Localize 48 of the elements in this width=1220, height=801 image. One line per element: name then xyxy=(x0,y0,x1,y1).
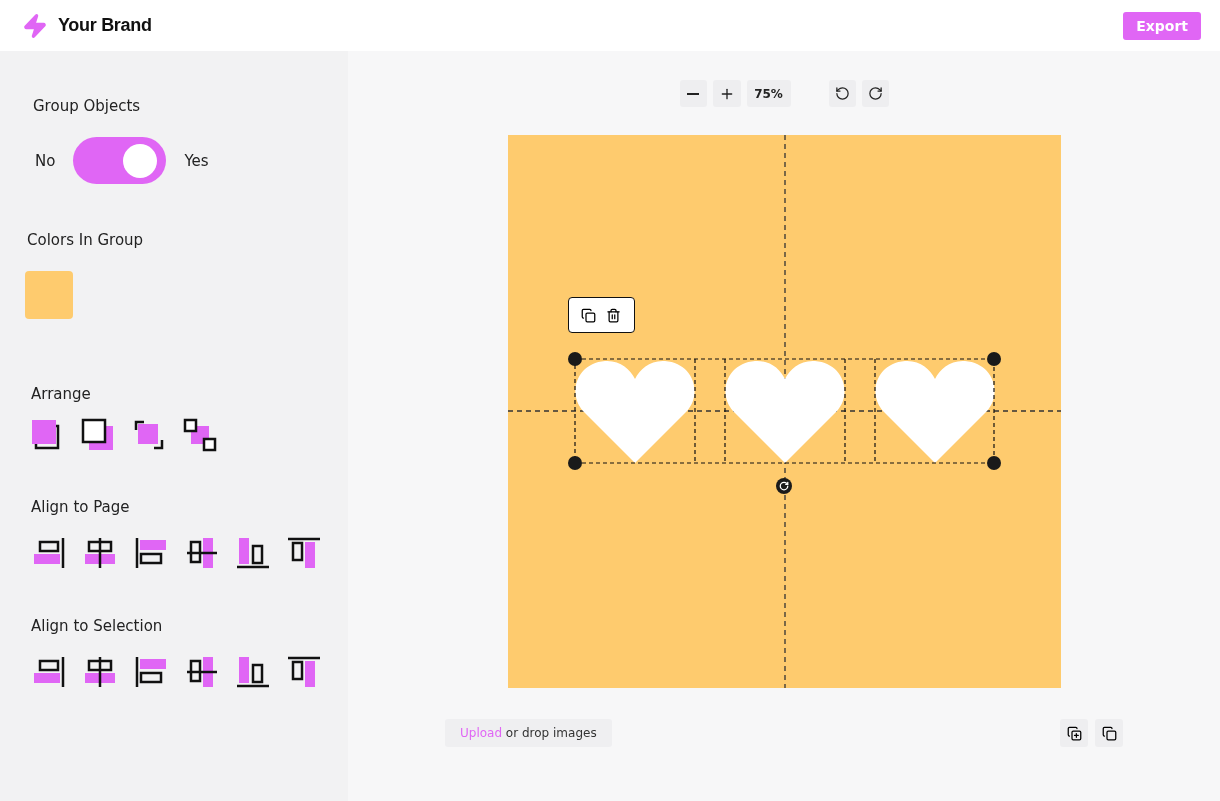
align-middle-icon[interactable] xyxy=(185,536,219,570)
bring-to-front-icon[interactable] xyxy=(132,418,166,452)
align-top-icon[interactable] xyxy=(287,536,321,570)
copy-icon xyxy=(1101,725,1117,741)
align-bottom-icon[interactable] xyxy=(236,536,270,570)
toggle-switch[interactable] xyxy=(73,137,167,184)
align-top-icon[interactable] xyxy=(287,655,321,689)
section-title: Colors In Group xyxy=(27,231,145,249)
align-right-icon[interactable] xyxy=(32,536,66,570)
rotate-handle[interactable] xyxy=(775,478,792,494)
trash-icon xyxy=(606,307,621,323)
section-title: Align to Page xyxy=(31,498,131,516)
align-center-icon[interactable] xyxy=(83,655,117,689)
upload-text: Upload or drop images xyxy=(445,719,612,747)
section-title: Group Objects xyxy=(33,97,142,115)
send-to-back-icon[interactable] xyxy=(183,418,217,452)
align-left-icon[interactable] xyxy=(134,655,168,689)
lightning-logo-icon xyxy=(22,12,48,39)
send-backward-icon[interactable] xyxy=(81,418,115,452)
color-swatch[interactable] xyxy=(25,271,73,319)
align-left-icon[interactable] xyxy=(134,536,168,570)
duplicate-button[interactable] xyxy=(581,307,596,323)
zoom-in-button[interactable] xyxy=(712,80,741,107)
add-page-button[interactable] xyxy=(1060,719,1088,747)
align-middle-icon[interactable] xyxy=(185,655,219,689)
section-title: Arrange xyxy=(31,385,92,403)
brand-name: Your Brand xyxy=(58,15,152,36)
align-center-icon[interactable] xyxy=(83,536,117,570)
rotate-icon xyxy=(778,481,789,491)
minus-icon xyxy=(687,92,699,95)
copy-icon xyxy=(581,307,596,323)
undo-button[interactable] xyxy=(828,80,856,107)
align-bottom-icon[interactable] xyxy=(236,655,270,689)
zoom-out-button[interactable] xyxy=(679,80,707,107)
selection-box[interactable] xyxy=(567,352,1001,470)
delete-button[interactable] xyxy=(606,307,621,323)
duplicate-page-button[interactable] xyxy=(1095,719,1123,747)
align-right-icon[interactable] xyxy=(32,655,66,689)
redo-button[interactable] xyxy=(861,80,889,107)
redo-icon xyxy=(867,86,883,101)
zoom-level[interactable]: 75% xyxy=(746,80,791,107)
section-title: Align to Selection xyxy=(31,617,164,635)
toggle-label: Yes xyxy=(184,151,209,170)
export-button[interactable]: Export xyxy=(1123,11,1201,40)
undo-icon xyxy=(834,86,850,101)
upload-link[interactable]: Upload xyxy=(460,726,503,740)
toggle-label: No xyxy=(35,151,56,170)
copy-plus-icon xyxy=(1066,725,1082,741)
